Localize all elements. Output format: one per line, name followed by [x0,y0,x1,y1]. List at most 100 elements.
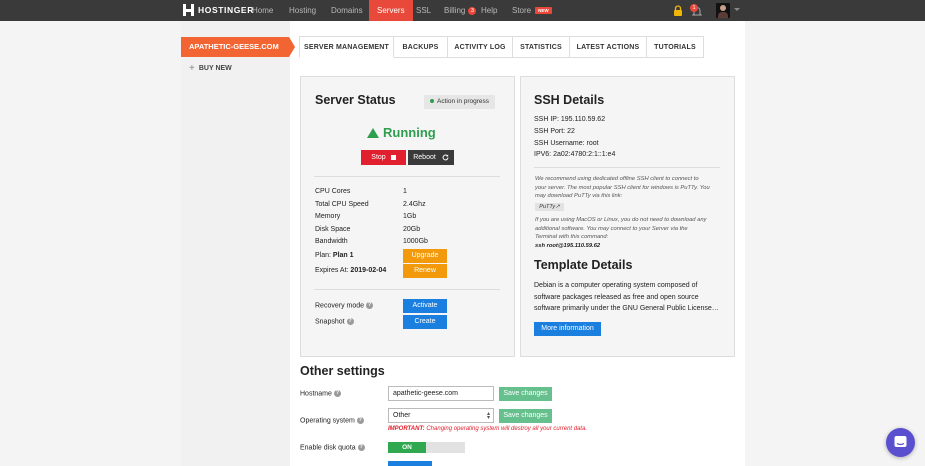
nav-help[interactable]: Help [481,0,497,21]
nav-store-label: Store [512,6,532,15]
spec-value: 20Gb [403,226,421,233]
note-line: your server. The most popular SSH client… [535,184,710,191]
hostname-row: Hostname? [300,390,341,397]
server-state: Running [367,125,436,140]
ssh-terminal-note: If you are using MacOS or Linux, you do … [535,216,725,250]
divider [534,167,720,168]
chat-widget-button[interactable] [886,428,915,457]
brand-logo[interactable]: HOSTINGER [183,4,254,16]
partial-blue-button[interactable] [388,461,432,466]
toggle-on-label: ON [388,442,426,453]
expires-row: Expires At: 2019-02-04 [315,267,386,274]
disk-quota-row: Enable disk quota? [300,444,365,451]
user-avatar[interactable] [716,3,730,18]
ssh-ip: SSH IP: 195.110.59.62 [534,116,606,123]
note-line: may download PuTTy via this link: [535,193,623,199]
spec-label: Bandwidth [315,238,348,245]
ssh-ipv6: IPV6: 2a02:4780:2:1::1:e4 [534,151,616,158]
server-state-label: Running [383,125,436,140]
server-tabs: SERVER MANAGEMENT BACKUPS ACTIVITY LOG S… [299,36,704,58]
tab-tutorials[interactable]: TUTORIALS [647,36,704,58]
spec-label: Disk Space [315,226,351,233]
save-os-button[interactable]: Save changes [499,409,552,423]
plan-value: Plan 1 [332,252,354,259]
disk-quota-toggle[interactable]: ON [388,442,465,453]
spec-label: Total CPU Speed [315,201,369,208]
tab-latest-actions[interactable]: LATEST ACTIONS [570,36,647,58]
status-badge-label: Action in progress [437,98,490,105]
sidebar-item-server[interactable]: APATHETIC-GEESE.COM [181,37,295,57]
hostname-label: Hostname [300,390,332,398]
create-snapshot-button[interactable]: Create [403,315,447,329]
renew-button[interactable]: Renew [403,264,447,278]
nav-ssl[interactable]: SSL [416,0,431,21]
save-hostname-button[interactable]: Save changes [499,387,552,401]
spec-label: CPU Cores [315,188,351,195]
note-line: If you are using MacOS or Linux, you do … [535,217,707,223]
expires-value: 2019-02-04 [350,267,387,274]
nav-domains[interactable]: Domains [331,0,363,21]
spec-label: Memory [315,213,341,220]
nav-billing[interactable]: Billing 3 [444,0,477,21]
nav-servers[interactable]: Servers [369,0,413,26]
nav-hosting[interactable]: Hosting [289,0,316,21]
buy-new-label: BUY NEW [198,65,232,72]
hostname-input[interactable]: apathetic-geese.com [388,386,494,401]
expires-label: Expires At: [315,267,349,274]
status-dot-icon [430,99,434,104]
tab-activity-log[interactable]: ACTIVITY LOG [448,36,513,58]
refresh-icon [442,154,449,161]
tab-backups[interactable]: BACKUPS [394,36,448,58]
ssh-details-title: SSH Details [534,93,605,107]
os-label: Operating system [300,417,355,425]
chevron-down-icon[interactable] [734,8,740,11]
nav-store[interactable]: Store NEW [512,0,552,21]
disk-quota-label: Enable disk quota [300,444,356,452]
ssh-port: SSH Port: 22 [534,128,575,135]
help-icon[interactable]: ? [346,318,354,325]
reboot-button[interactable]: Reboot [408,150,454,165]
note-line: Terminal with this command: [535,234,609,240]
notifications-count-badge: 1 [690,4,698,12]
os-select[interactable]: Other ▴ ▾ [388,408,494,423]
select-arrows-icon: ▴ ▾ [486,411,490,421]
plan-row: Plan: Plan 1 [315,252,354,259]
help-icon[interactable]: ? [357,444,365,451]
template-description: Debian is a computer operating system co… [534,282,719,312]
help-icon[interactable]: ? [366,302,374,309]
spec-value: 1 [403,188,407,195]
ssh-command: ssh root@195.110.59.62 [535,242,601,249]
os-warning-prefix: IMPORTANT: [388,426,425,432]
chat-icon [894,436,907,447]
ssh-username: SSH Username: root [534,140,599,147]
putty-label: PuTTy [539,204,556,210]
stop-square-icon [390,154,396,160]
buy-new-button[interactable]: + BUY NEW [189,63,232,74]
notifications-bell[interactable]: 1 [690,4,704,18]
up-triangle-icon [367,127,379,138]
help-icon[interactable]: ? [356,417,364,424]
top-nav: HOSTINGER Home Hosting Domains Servers S… [0,0,925,26]
putty-link[interactable]: PuTTy↗ [535,203,564,211]
lock-icon[interactable] [673,5,683,16]
recovery-row: Recovery mode? [315,302,374,309]
tab-statistics[interactable]: STATISTICS [513,36,570,58]
plus-icon: + [189,63,195,74]
spec-value: 1Gb [403,213,417,220]
os-row: Operating system? [300,417,364,424]
upgrade-button[interactable]: Upgrade [403,249,447,263]
activate-button[interactable]: Activate [403,299,447,313]
os-select-value: Other [393,412,411,419]
spec-value: 2.4Ghz [403,201,426,208]
more-information-button[interactable]: More information [534,322,601,336]
help-icon[interactable]: ? [333,390,341,397]
divider [314,289,500,290]
tab-server-management[interactable]: SERVER MANAGEMENT [299,36,394,58]
snapshot-row: Snapshot? [315,318,354,325]
brand-name: HOSTINGER [198,5,254,15]
stop-button[interactable]: Stop [361,150,406,165]
server-status-title: Server Status [315,93,396,107]
hostinger-logo-icon [183,4,194,16]
nav-home[interactable]: Home [252,0,273,21]
divider [314,176,500,177]
